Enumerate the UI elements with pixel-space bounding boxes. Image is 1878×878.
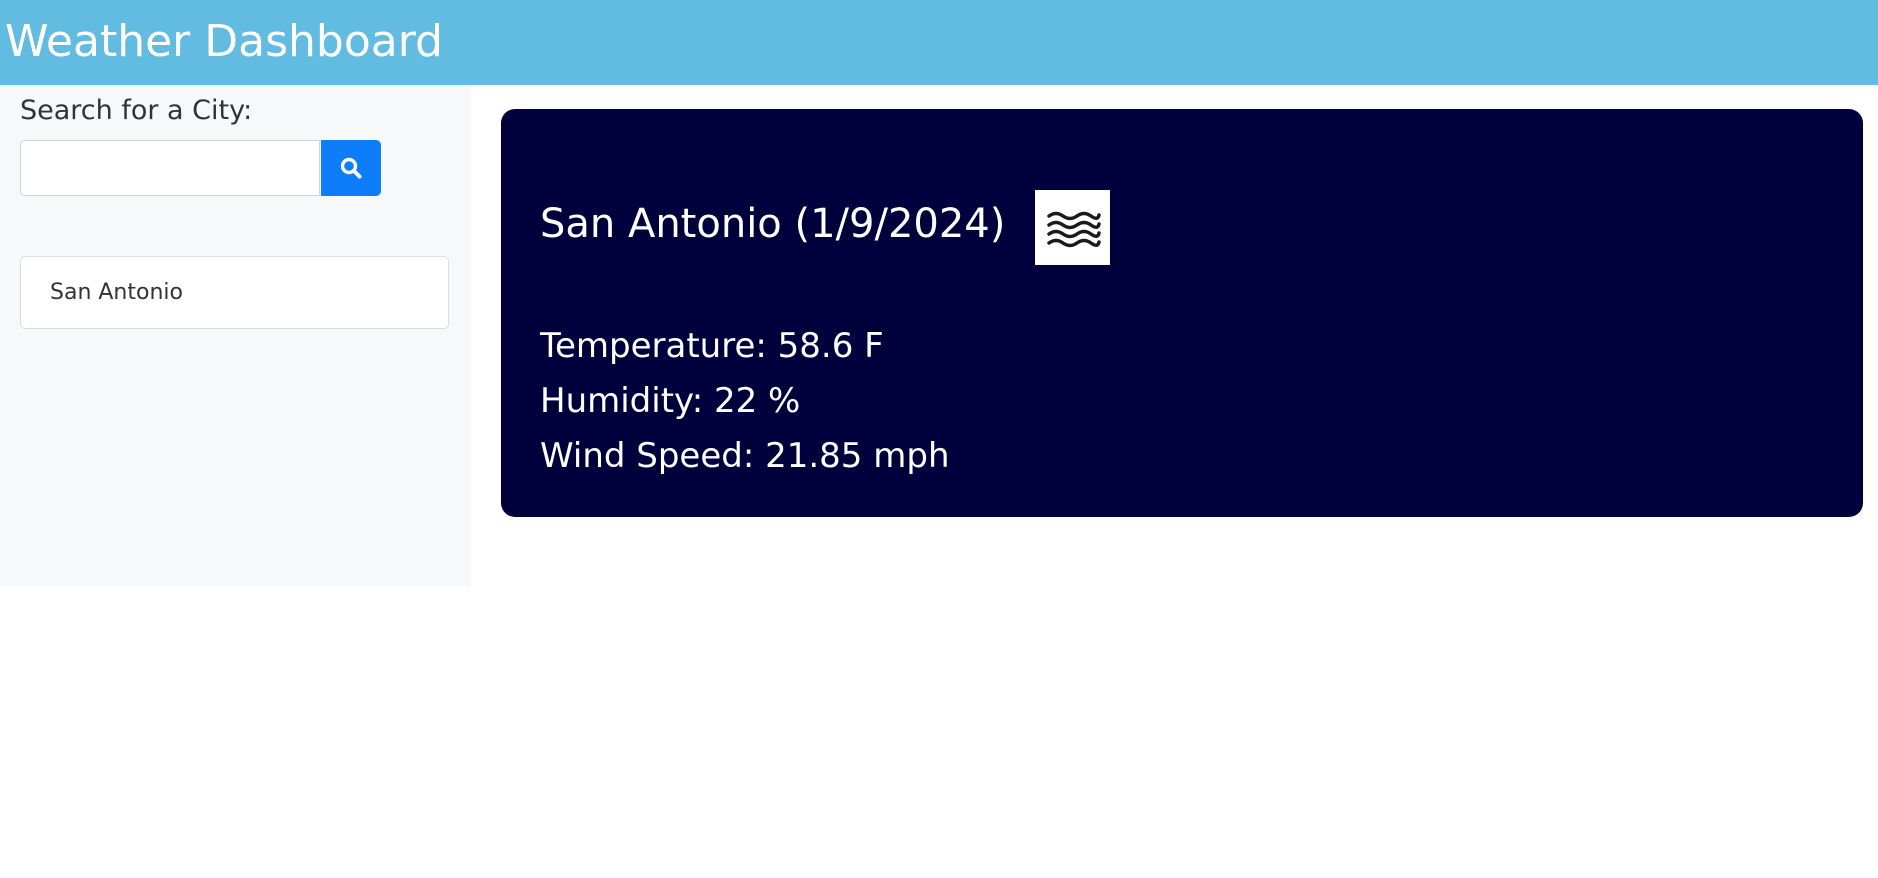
history-item-label: San Antonio — [50, 280, 183, 305]
search-icon — [340, 157, 362, 179]
history-item-san-antonio[interactable]: San Antonio — [20, 256, 449, 329]
humidity-value: Humidity: 22 % — [540, 381, 801, 421]
page-title: Weather Dashboard — [5, 16, 443, 67]
city-date-heading: San Antonio (1/9/2024) — [540, 201, 1006, 247]
wind-speed-value: Wind Speed: 21.85 mph — [540, 436, 950, 476]
temperature-value: Temperature: 58.6 F — [540, 326, 884, 366]
search-button[interactable] — [321, 140, 381, 196]
mist-icon — [1035, 190, 1110, 265]
sidebar: Search for a City: San Antonio — [0, 85, 471, 586]
current-weather-card: San Antonio (1/9/2024) Temperature: 58.6… — [501, 109, 1863, 517]
city-search-input[interactable] — [20, 140, 320, 196]
page-header: Weather Dashboard — [0, 0, 1878, 85]
search-label: Search for a City: — [20, 95, 253, 126]
